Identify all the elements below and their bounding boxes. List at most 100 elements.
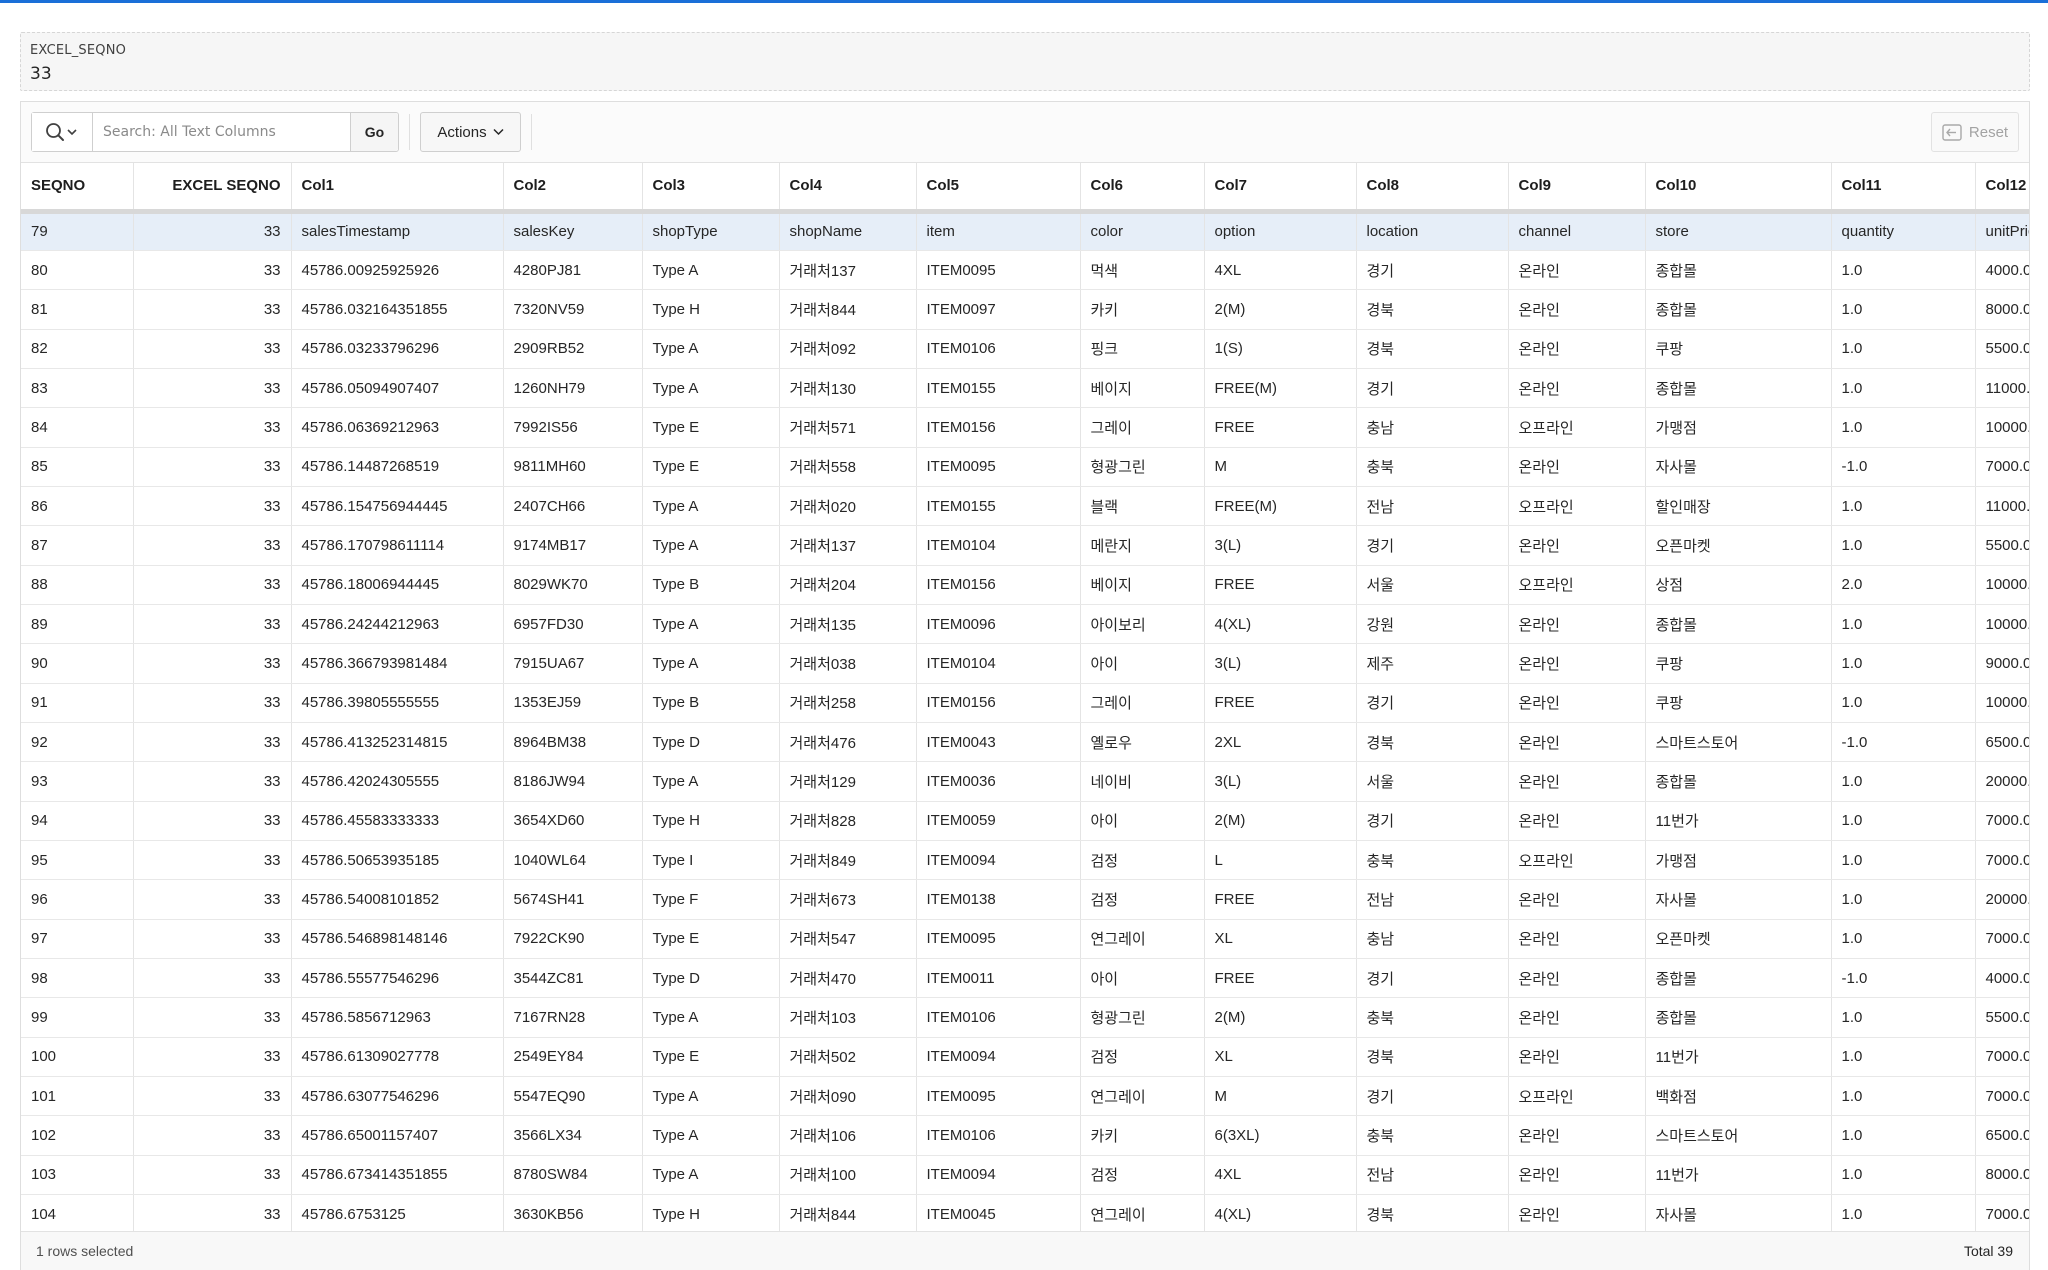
table-cell[interactable]: 쿠팡	[1645, 683, 1832, 723]
table-cell[interactable]: 6(3XL)	[1204, 1115, 1357, 1156]
table-row[interactable]: 91 33 45786.39805555555 1353EJ59 Type B 거래처25…	[21, 683, 2029, 723]
table-cell[interactable]: 45786.366793981484	[291, 643, 504, 684]
table-cell[interactable]: 상점	[1645, 565, 1832, 605]
table-cell[interactable]: 33	[133, 1076, 292, 1117]
table-cell[interactable]: ITEM0156	[916, 683, 1081, 723]
table-cell[interactable]: 온라인	[1508, 250, 1646, 291]
table-cell[interactable]: 8000.0	[1975, 289, 2029, 330]
table-cell[interactable]: 1.0	[1831, 919, 1976, 960]
table-cell[interactable]: 8186JW94	[503, 761, 643, 802]
table-cell[interactable]: Type B	[642, 565, 780, 605]
column-header[interactable]: Col9	[1508, 163, 1646, 214]
table-cell[interactable]: 9000.0	[1975, 643, 2029, 684]
table-cell[interactable]: 온라인	[1508, 683, 1646, 723]
table-cell[interactable]: -1.0	[1831, 958, 1976, 999]
table-row[interactable]: 93 33 45786.42024305555 8186JW94 Type A 거래처12…	[21, 761, 2029, 802]
table-row[interactable]: 98 33 45786.55577546296 3544ZC81 Type D 거래처47…	[21, 958, 2029, 999]
table-cell[interactable]: salesKey	[503, 211, 643, 251]
table-row[interactable]: 90 33 45786.366793981484 7915UA67 Type A 거래처0…	[21, 643, 2029, 684]
table-cell[interactable]: 45786.39805555555	[291, 683, 504, 723]
table-cell[interactable]: ITEM0095	[916, 250, 1081, 291]
table-cell[interactable]: 스마트스토어	[1645, 1115, 1832, 1156]
table-cell[interactable]: 83	[21, 368, 134, 409]
table-cell[interactable]: shopType	[642, 211, 780, 251]
table-cell[interactable]: Type A	[642, 604, 780, 645]
table-cell[interactable]: 9174MB17	[503, 525, 643, 566]
table-cell[interactable]: -1.0	[1831, 722, 1976, 763]
table-cell[interactable]: 45786.06369212963	[291, 407, 504, 448]
table-cell[interactable]: 거래처849	[779, 840, 917, 881]
table-cell[interactable]: 온라인	[1508, 958, 1646, 999]
table-cell[interactable]: ITEM0095	[916, 1076, 1081, 1117]
table-cell[interactable]: ITEM0097	[916, 289, 1081, 330]
table-cell[interactable]: 45786.45583333333	[291, 801, 504, 842]
table-cell[interactable]: 경북	[1356, 1037, 1509, 1078]
column-header[interactable]: Col7	[1204, 163, 1357, 214]
table-cell[interactable]: 45786.63077546296	[291, 1076, 504, 1117]
table-cell[interactable]: 6957FD30	[503, 604, 643, 645]
table-cell[interactable]: 전남	[1356, 486, 1509, 527]
table-cell[interactable]: 경북	[1356, 289, 1509, 330]
table-cell[interactable]: 3630KB56	[503, 1194, 643, 1231]
table-cell[interactable]: ITEM0095	[916, 919, 1081, 960]
table-cell[interactable]: ITEM0095	[916, 447, 1081, 487]
table-cell[interactable]: 103	[21, 1155, 134, 1196]
table-cell[interactable]: 45786.5856712963	[291, 997, 504, 1038]
table-cell[interactable]: 거래처258	[779, 683, 917, 723]
table-cell[interactable]: 1.0	[1831, 1115, 1976, 1156]
table-cell[interactable]: 7000.0	[1975, 447, 2029, 487]
table-cell[interactable]: 가맹점	[1645, 840, 1832, 881]
table-cell[interactable]: 95	[21, 840, 134, 881]
table-row[interactable]: 99 33 45786.5856712963 7167RN28 Type A 거래처103…	[21, 997, 2029, 1038]
table-cell[interactable]: 종합몰	[1645, 997, 1832, 1038]
table-cell[interactable]: 10000.0	[1975, 407, 2029, 448]
table-cell[interactable]: shopName	[779, 211, 917, 251]
table-cell[interactable]: 거래처476	[779, 722, 917, 763]
table-cell[interactable]: 1.0	[1831, 289, 1976, 330]
table-cell[interactable]: 33	[133, 1115, 292, 1156]
table-cell[interactable]: 거래처090	[779, 1076, 917, 1117]
table-cell[interactable]: XL	[1204, 1037, 1357, 1078]
table-cell[interactable]: ITEM0156	[916, 565, 1081, 605]
table-cell[interactable]: 1.0	[1831, 801, 1976, 842]
column-header[interactable]: Col5	[916, 163, 1081, 214]
table-cell[interactable]: 33	[133, 643, 292, 684]
table-cell[interactable]: 충북	[1356, 840, 1509, 881]
table-cell[interactable]: 33	[133, 879, 292, 920]
table-cell[interactable]: 온라인	[1508, 1115, 1646, 1156]
table-cell[interactable]: 오프라인	[1508, 840, 1646, 881]
table-cell[interactable]: 검정	[1080, 840, 1205, 881]
table-cell[interactable]: Type E	[642, 1037, 780, 1078]
table-cell[interactable]: 그레이	[1080, 407, 1205, 448]
table-cell[interactable]: M	[1204, 447, 1357, 487]
table-cell[interactable]: 거래처103	[779, 997, 917, 1038]
table-cell[interactable]: 81	[21, 289, 134, 330]
table-cell[interactable]: 45786.05094907407	[291, 368, 504, 409]
table-cell[interactable]: 45786.03233796296	[291, 329, 504, 369]
column-header[interactable]: Col3	[642, 163, 780, 214]
table-cell[interactable]: 검정	[1080, 879, 1205, 920]
table-cell[interactable]: 33	[133, 565, 292, 605]
table-cell[interactable]: 베이지	[1080, 368, 1205, 409]
table-row[interactable]: 101 33 45786.63077546296 5547EQ90 Type A 거래처0…	[21, 1076, 2029, 1117]
table-cell[interactable]: 연그레이	[1080, 1076, 1205, 1117]
table-cell[interactable]: 1.0	[1831, 407, 1976, 448]
table-cell[interactable]: 오프라인	[1508, 407, 1646, 448]
table-cell[interactable]: 5674SH41	[503, 879, 643, 920]
table-cell[interactable]: 4000.0	[1975, 958, 2029, 999]
table-cell[interactable]: 거래처470	[779, 958, 917, 999]
column-header[interactable]: Col8	[1356, 163, 1509, 214]
table-cell[interactable]: ITEM0094	[916, 840, 1081, 881]
table-cell[interactable]: quantity	[1831, 211, 1976, 251]
table-cell[interactable]: 1.0	[1831, 1076, 1976, 1117]
table-cell[interactable]: Type A	[642, 1155, 780, 1196]
table-row[interactable]: 79 33 salesTimestamp salesKey shopType shopNa…	[21, 211, 2029, 251]
table-cell[interactable]: 2(M)	[1204, 801, 1357, 842]
table-cell[interactable]: 오프라인	[1508, 565, 1646, 605]
column-header[interactable]: EXCEL SEQNO	[133, 163, 292, 214]
table-cell[interactable]: Type A	[642, 329, 780, 369]
table-cell[interactable]: 온라인	[1508, 289, 1646, 330]
table-cell[interactable]: 블랙	[1080, 486, 1205, 527]
table-cell[interactable]: 거래처204	[779, 565, 917, 605]
column-header[interactable]: Col2	[503, 163, 643, 214]
